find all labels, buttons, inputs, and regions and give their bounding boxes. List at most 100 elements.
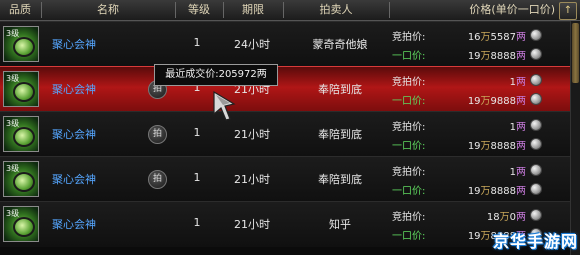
item-time-limit: 24小时 [234,38,270,51]
buyout-price-label: 一口价: [392,141,426,152]
item-icon[interactable]: 3级 [3,26,39,62]
buyout-price-rest: 8888 [490,186,516,197]
recent-price-tooltip: 最近成交价:205972两 [154,64,278,86]
silver-coin-icon [530,93,542,105]
auction-badge-icon: 拍 [148,170,167,189]
wan-unit: 万 [499,212,510,223]
buyout-price-value: 19万8888两 [440,137,526,152]
silver-coin-icon [530,74,542,86]
table-row[interactable]: 3级 聚心会神拍 1 21小时 奉陪到底 竞拍价: 1两 一口价: 19万9888两 [0,66,570,113]
currency-unit: 两 [516,122,526,133]
item-time-limit: 21小时 [234,173,270,186]
bid-price-value: 1两 [440,163,526,178]
item-name[interactable]: 聚心会神 [52,126,96,142]
bid-price-label: 竞拍价: [392,212,426,223]
buyout-price-label: 一口价: [392,51,426,62]
item-icon[interactable]: 3级 [3,116,39,152]
item-level: 3级 [6,209,20,218]
table-row[interactable]: 3级 聚心会神 1 24小时 蒙奇奇他娘 竞拍价: 16万5587两 一口价: 19万8888两 [0,21,570,67]
buyout-price-rest: 9888 [490,96,516,107]
watermark-logo: 京华手游网 [492,232,578,251]
item-name[interactable]: 聚心会神 [52,36,96,52]
item-level: 3级 [6,164,20,173]
currency-unit: 两 [516,212,526,223]
item-seller: 奉陪到底 [318,128,362,141]
buyout-price-value: 19万8888两 [440,182,526,197]
silver-coin-icon [530,119,542,131]
item-seller: 奉陪到底 [318,83,362,96]
buyout-price-value: 19万9888两 [440,92,526,107]
item-seller: 蒙奇奇他娘 [312,38,368,51]
buyout-price-value: 19万8888两 [440,47,526,62]
sort-up-icon[interactable]: ↑ [559,2,577,20]
wan-unit: 万 [480,141,491,152]
wan-unit: 万 [480,51,491,62]
item-level: 3级 [6,74,20,83]
item-level: 3级 [6,119,20,128]
currency-unit: 两 [516,167,526,178]
buyout-price-rest: 8888 [490,51,516,62]
item-name[interactable]: 聚心会神 [52,171,96,187]
table-row[interactable]: 3级聚心会神 拍 1 21小时 奉陪到底 竞拍价: 1两一口价: 19万8888两 [0,111,570,157]
currency-unit: 两 [516,32,526,43]
header-time-limit[interactable]: 期限 [224,0,282,20]
item-icon[interactable]: 3级 [3,161,39,197]
header-quality[interactable]: 品质 [0,0,40,20]
orb-icon [13,172,35,192]
item-icon[interactable]: 3级 [3,206,39,242]
orb-icon [13,82,35,102]
table-row[interactable]: 3级 聚心会神 拍 1 21小时 奉陪到底 竞拍价: 1两 一口价: 19万8888两 [0,156,570,202]
buyout-price-label: 一口价: [392,231,426,242]
header-seller[interactable]: 拍卖人 [284,0,388,20]
item-time-limit: 21小时 [234,218,270,231]
bid-price-value: 1两 [440,118,526,133]
currency-unit: 两 [516,186,526,197]
currency-unit: 两 [516,141,526,152]
item-grade: 1 [193,126,201,139]
bid-price-label: 竞拍价: [392,77,426,88]
silver-coin-icon [530,183,542,195]
bid-price-wan: 18 [486,212,500,223]
orb-icon [13,37,35,57]
bid-price-value: 16万5587两 [440,28,526,43]
header-price[interactable]: 价格(单价一口价) [390,0,555,20]
currency-unit: 两 [516,51,526,62]
wan-unit: 万 [480,186,491,197]
bid-price-value: 18万0两 [440,208,526,223]
buyout-price-wan: 19 [467,141,481,152]
orb-icon [13,127,35,147]
cursor-arrow-icon [213,90,236,121]
header-name[interactable]: 名称 [42,0,174,20]
buyout-price-wan: 19 [467,96,481,107]
item-level: 3级 [6,29,20,38]
item-time-limit: 21小时 [234,128,270,141]
bid-price-wan: 16 [467,32,481,43]
wan-unit: 万 [480,96,491,107]
table-header: 品质 名称 等级 期限 拍卖人 价格(单价一口价) ↑ [0,0,580,21]
header-grade[interactable]: 等级 [176,0,222,20]
item-name[interactable]: 聚心会神 [52,216,96,232]
bid-price-label: 竞拍价: [392,167,426,178]
silver-coin-icon [530,48,542,60]
buyout-price-wan: 19 [467,51,481,62]
buyout-price-rest: 8888 [490,141,516,152]
currency-unit: 两 [516,77,526,88]
bid-price-rest: 5587 [490,32,516,43]
silver-coin-icon [530,209,542,221]
scrollbar[interactable] [570,21,580,255]
orb-icon [13,217,35,237]
wan-unit: 万 [480,32,491,43]
silver-coin-icon [530,138,542,150]
item-icon[interactable]: 3级 [3,71,39,107]
currency-unit: 两 [516,96,526,107]
bid-price-label: 竞拍价: [392,122,426,133]
silver-coin-icon [530,164,542,176]
bid-price-value: 1两 [440,73,526,88]
auction-badge-icon: 拍 [148,125,167,144]
item-name[interactable]: 聚心会神 [52,81,96,97]
buyout-price-label: 一口价: [392,96,426,107]
buyout-price-wan: 19 [467,186,481,197]
item-seller: 奉陪到底 [318,173,362,186]
scroll-thumb[interactable] [572,23,579,83]
item-seller: 知乎 [329,218,351,231]
